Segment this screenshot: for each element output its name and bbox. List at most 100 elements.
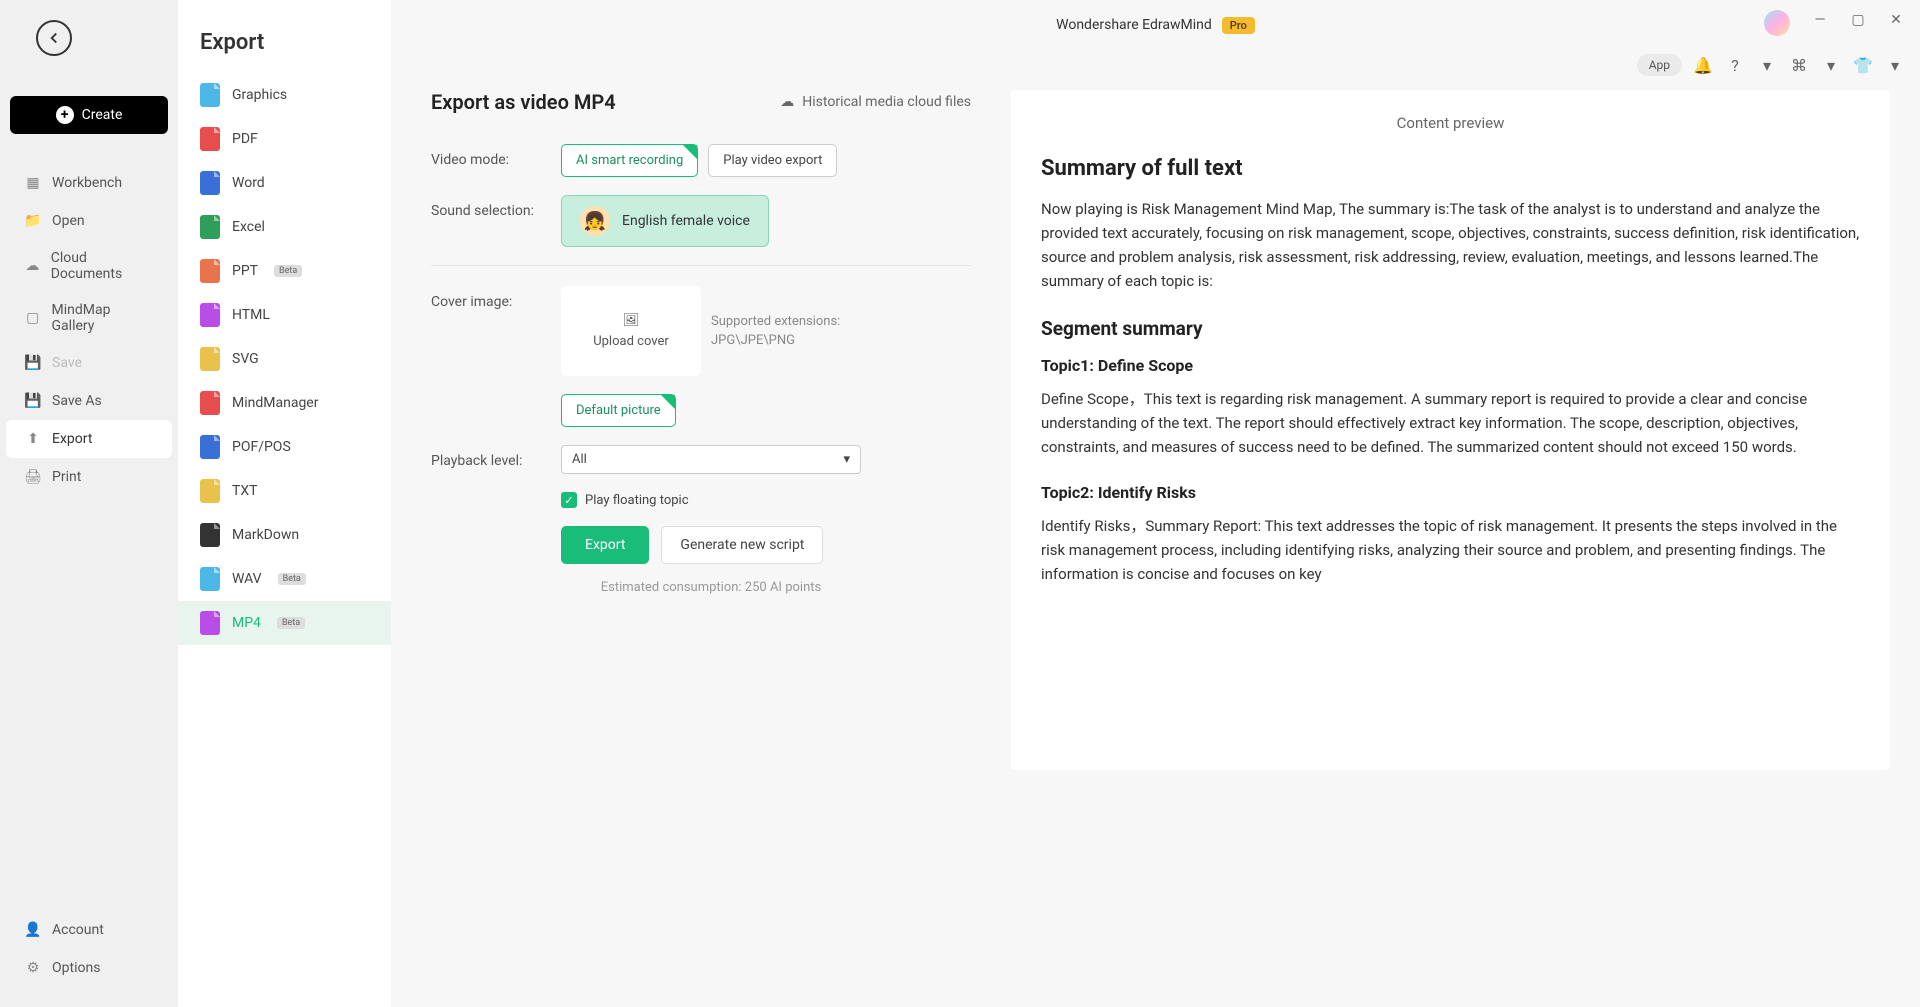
preview-heading-summary: Summary of full text: [1041, 156, 1860, 181]
print-icon: 🖨: [24, 468, 42, 486]
nav-options[interactable]: ⚙Options: [6, 949, 172, 987]
user-avatar[interactable]: [1764, 10, 1790, 36]
export-item-wav[interactable]: WAVBeta: [178, 557, 391, 601]
file-icon: [200, 479, 220, 503]
export-title: Export: [178, 30, 391, 73]
save-as-icon: 💾: [24, 392, 42, 410]
export-item-pofpos[interactable]: POF/POS: [178, 425, 391, 469]
plus-icon: +: [56, 106, 74, 124]
primary-sidebar: + Create ▦Workbench 📁Open ☁Cloud Documen…: [0, 0, 178, 1007]
image-upload-icon: 🖼: [623, 313, 640, 328]
video-mode-ai-smart[interactable]: AI smart recording: [561, 144, 698, 177]
nav-mindmap-gallery[interactable]: ▢MindMap Gallery: [6, 292, 172, 344]
voice-name: English female voice: [622, 213, 750, 229]
export-item-mp4[interactable]: MP4 Beta: [178, 601, 391, 645]
export-button[interactable]: Export: [561, 526, 649, 564]
gear-icon: ⚙: [24, 959, 42, 977]
export-item-label: Word: [232, 175, 265, 191]
preview-heading-segment: Segment summary: [1041, 317, 1860, 340]
folder-icon: 📁: [24, 212, 42, 230]
history-link[interactable]: ☁ Historical media cloud files: [780, 94, 971, 110]
app-name: Wondershare EdrawMind: [1056, 17, 1212, 33]
supported-extensions: Supported extensions: JPG\JPE\PNG: [711, 312, 840, 351]
preview-topic2-heading: Topic2: Identify Risks: [1041, 483, 1860, 502]
export-item-pdf[interactable]: PDF: [178, 117, 391, 161]
bell-icon[interactable]: 🔔: [1692, 54, 1714, 76]
content-preview-panel[interactable]: Content preview Summary of full text Now…: [1011, 90, 1890, 770]
nav-print[interactable]: 🖨Print: [6, 458, 172, 496]
file-icon: [200, 215, 220, 239]
export-item-graphics[interactable]: Graphics: [178, 73, 391, 117]
export-item-svg[interactable]: SVG: [178, 337, 391, 381]
file-icon: [200, 567, 220, 591]
account-icon: 👤: [24, 921, 42, 939]
export-item-markdown[interactable]: MarkDown: [178, 513, 391, 557]
gallery-icon: ▢: [24, 309, 42, 327]
export-item-label: MP4: [232, 615, 261, 631]
export-item-excel[interactable]: Excel: [178, 205, 391, 249]
chevron-down-icon[interactable]: ▾: [1820, 54, 1842, 76]
export-form: Export as video MP4 ☁ Historical media c…: [431, 90, 971, 977]
file-icon: [200, 171, 220, 195]
main-area: Wondershare EdrawMind Pro — ▢ ✕ App 🔔 ? …: [391, 0, 1920, 1007]
export-item-label: SVG: [232, 351, 259, 367]
form-title: Export as video MP4: [431, 90, 616, 114]
cloud-icon: ☁: [24, 257, 41, 275]
grid-icon[interactable]: ⌘: [1788, 54, 1810, 76]
upload-cover-button[interactable]: 🖼 Upload cover: [561, 286, 701, 376]
file-icon: [200, 127, 220, 151]
create-label: Create: [82, 107, 123, 123]
export-item-word[interactable]: Word: [178, 161, 391, 205]
shirt-icon[interactable]: 👕: [1852, 54, 1874, 76]
pro-badge: Pro: [1222, 17, 1255, 34]
export-item-label: TXT: [232, 483, 257, 499]
create-button[interactable]: + Create: [10, 96, 168, 134]
back-button[interactable]: [36, 20, 72, 56]
beta-badge: Beta: [278, 573, 306, 585]
nav-account[interactable]: 👤Account: [6, 911, 172, 949]
export-item-label: PPT: [232, 263, 258, 279]
chevron-down-icon[interactable]: ▾: [1756, 54, 1778, 76]
divider: [431, 265, 971, 266]
file-icon: [200, 347, 220, 371]
minimize-button[interactable]: —: [1808, 8, 1832, 32]
toolbar-right: App 🔔 ? ▾ ⌘ ▾ 👕 ▾: [1637, 54, 1906, 76]
file-icon: [200, 259, 220, 283]
playback-level-select[interactable]: All ▾: [561, 445, 861, 474]
export-item-txt[interactable]: TXT: [178, 469, 391, 513]
file-icon: [200, 391, 220, 415]
preview-paragraph: Now playing is Risk Management Mind Map,…: [1041, 197, 1860, 293]
nav-save-as[interactable]: 💾Save As: [6, 382, 172, 420]
nav-workbench[interactable]: ▦Workbench: [6, 164, 172, 202]
generate-script-button[interactable]: Generate new script: [661, 526, 823, 564]
voice-selector[interactable]: 👧 English female voice: [561, 195, 769, 247]
default-picture-option[interactable]: Default picture: [561, 394, 676, 427]
preview-topic1-text: Define Scope，This text is regarding risk…: [1041, 387, 1860, 459]
export-item-mindmanager[interactable]: MindManager: [178, 381, 391, 425]
play-floating-checkbox[interactable]: ✓ Play floating topic: [561, 492, 689, 508]
app-chip[interactable]: App: [1637, 54, 1682, 76]
export-item-label: HTML: [232, 307, 270, 323]
close-button[interactable]: ✕: [1884, 8, 1908, 32]
maximize-button[interactable]: ▢: [1846, 8, 1870, 32]
chevron-down-icon: ▾: [843, 452, 850, 467]
export-item-label: Excel: [232, 219, 265, 235]
nav-cloud-documents[interactable]: ☁Cloud Documents: [6, 240, 172, 292]
file-icon: [200, 523, 220, 547]
export-item-label: Graphics: [232, 87, 287, 103]
beta-badge: Beta: [274, 265, 302, 277]
nav-save: 💾Save: [6, 344, 172, 382]
export-format-list: Export Graphics PDF Word Excel PPT Beta HTML SV…: [178, 0, 391, 1007]
preview-topic2-text: Identify Risks，Summary Report: This text…: [1041, 514, 1860, 586]
help-icon[interactable]: ?: [1724, 54, 1746, 76]
beta-badge: Beta: [277, 617, 305, 629]
sound-selection-label: Sound selection:: [431, 195, 541, 219]
video-mode-play-export[interactable]: Play video export: [708, 144, 837, 177]
chevron-down-icon[interactable]: ▾: [1884, 54, 1906, 76]
save-icon: 💾: [24, 354, 42, 372]
nav-export[interactable]: ⬆Export: [6, 420, 172, 458]
nav-open[interactable]: 📁Open: [6, 202, 172, 240]
export-item-html[interactable]: HTML: [178, 293, 391, 337]
export-item-ppt[interactable]: PPT Beta: [178, 249, 391, 293]
export-item-label: MindManager: [232, 395, 318, 411]
